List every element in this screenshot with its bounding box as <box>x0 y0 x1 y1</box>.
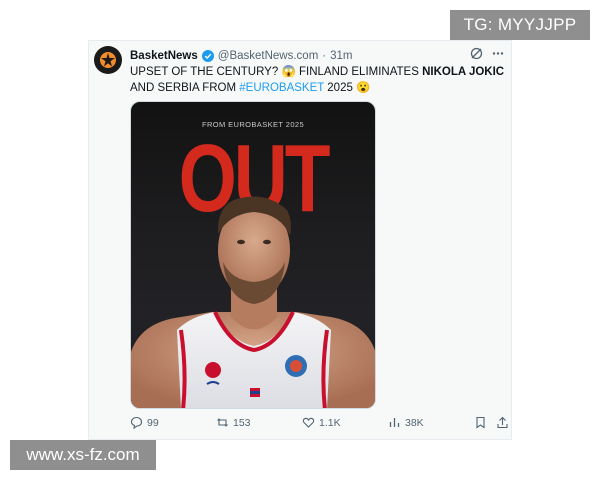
surprised-emoji: 😮 <box>356 82 371 94</box>
separator-dot: · <box>322 50 327 62</box>
avatar[interactable] <box>94 46 122 74</box>
bookmark-icon <box>476 416 485 429</box>
share-icon <box>497 416 508 429</box>
tweet-text-bold: NIKOLA JOKIC <box>422 66 505 78</box>
reply-button[interactable]: 99 <box>130 416 159 429</box>
tweet-text-part1: UPSET OF THE CENTURY? <box>130 66 282 78</box>
player-photo <box>131 196 375 408</box>
watermark-bottom: www.xs-fz.com <box>10 440 156 470</box>
like-button[interactable]: 1.1K <box>302 416 341 429</box>
repost-icon <box>217 418 228 427</box>
tweet-text-part4: 2025 <box>324 82 357 94</box>
tweet-actions: 99 153 1.1K 38K <box>130 416 510 434</box>
views-button[interactable]: 38K <box>388 416 424 429</box>
more-icon[interactable] <box>491 47 505 60</box>
tweet-text: UPSET OF THE CENTURY? 😱 FINLAND ELIMINAT… <box>130 64 510 96</box>
tweet-header: BasketNews @BasketNews.com · 31m <box>130 48 353 64</box>
hashtag-link[interactable]: #EUROBASKET <box>239 82 324 94</box>
grok-icon[interactable] <box>470 47 483 60</box>
reply-count: 99 <box>147 416 159 429</box>
tweet-media[interactable]: FROM EUROBASKET 2025 OUT <box>130 101 376 409</box>
repost-count: 153 <box>233 416 251 429</box>
tweet-text-part2: FINLAND ELIMINATES <box>295 66 423 78</box>
views-count: 38K <box>405 416 424 429</box>
handle[interactable]: @BasketNews.com <box>218 50 319 62</box>
share-button[interactable] <box>496 416 509 429</box>
verified-badge-icon <box>201 50 214 62</box>
basketball-logo-icon <box>100 52 116 68</box>
tweet-text-part3: AND SERBIA FROM <box>130 82 240 94</box>
like-count: 1.1K <box>319 416 341 429</box>
timestamp[interactable]: 31m <box>330 50 352 62</box>
repost-button[interactable]: 153 <box>216 416 251 429</box>
bookmark-button[interactable] <box>474 416 487 429</box>
watermark-top: TG: MYYJJPP <box>450 10 590 40</box>
heart-icon <box>302 417 315 428</box>
reply-icon <box>130 416 143 429</box>
header-actions <box>470 47 505 60</box>
scream-emoji: 😱 <box>281 66 296 78</box>
views-icon <box>389 418 400 427</box>
display-name[interactable]: BasketNews <box>130 50 198 62</box>
